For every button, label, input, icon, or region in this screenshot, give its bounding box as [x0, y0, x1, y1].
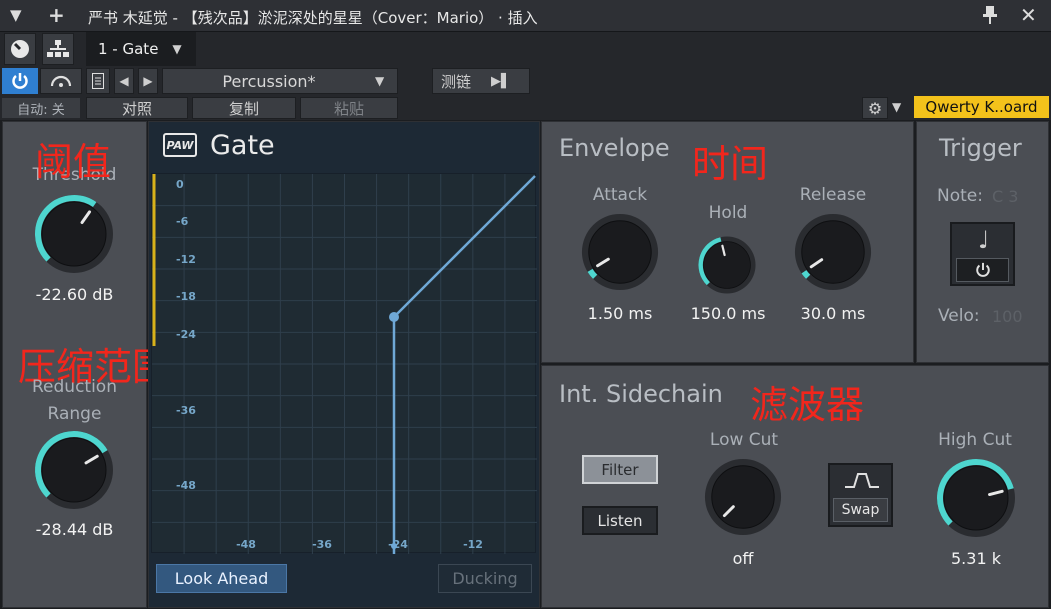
- chevron-down-icon: ▼: [375, 74, 385, 88]
- preset-name: Percussion*: [222, 71, 316, 91]
- low-cut-knob[interactable]: [703, 457, 783, 537]
- reduction-value: -28.44 dB: [35, 520, 114, 539]
- automation-icon[interactable]: [40, 68, 82, 94]
- window-menu-icon[interactable]: ▼: [10, 6, 22, 24]
- y-tick-label: -36: [176, 404, 196, 417]
- range-point: [391, 543, 397, 549]
- paste-button[interactable]: 粘贴: [300, 97, 398, 119]
- trigger-power-icon[interactable]: [956, 258, 1009, 282]
- note-value[interactable]: C 3: [992, 187, 1018, 206]
- next-preset-icon[interactable]: ▶: [138, 68, 158, 94]
- add-icon[interactable]: +: [48, 3, 65, 27]
- reduction-label: Reduction: [32, 377, 117, 397]
- window-title: 严书 木延觉 - 【残次品】淤泥深处的星星（Cover：Mario） · 插入: [88, 9, 538, 27]
- threshold-knob[interactable]: [33, 193, 115, 275]
- note-icon: ♩: [978, 226, 990, 254]
- range-label: Range: [47, 404, 102, 424]
- preset-selector[interactable]: Percussion* ▼: [162, 68, 398, 94]
- look-ahead-button[interactable]: Look Ahead: [156, 564, 287, 593]
- release-value: 30.0 ms: [800, 304, 866, 323]
- compare-button[interactable]: 对照: [86, 97, 188, 119]
- high-cut-value: 5.31 k: [951, 549, 1001, 568]
- low-cut-value: off: [732, 549, 754, 568]
- hold-knob[interactable]: [697, 235, 757, 295]
- y-tick-label: 0: [176, 178, 184, 191]
- device-selector-label: 1 - Gate: [98, 40, 159, 58]
- power-icon[interactable]: [2, 68, 38, 94]
- edit-toolbar: 自动: 关 对照 复制 粘贴 ⚙ ▼ Qwerty K..oard: [0, 96, 1051, 120]
- ducking-button[interactable]: Ducking: [438, 564, 532, 593]
- reduction-knob[interactable]: [33, 429, 115, 511]
- trigger-heading: Trigger: [939, 134, 1022, 162]
- bandpass-icon: [844, 471, 880, 493]
- routing-icon[interactable]: [42, 33, 74, 65]
- release-label: Release: [799, 185, 867, 205]
- swap-label: Swap: [833, 498, 888, 522]
- filter-annotation: 滤波器: [750, 383, 865, 427]
- y-tick-label: -12: [176, 253, 196, 266]
- release-knob[interactable]: [793, 212, 873, 292]
- swap-button[interactable]: Swap: [828, 463, 893, 527]
- trigger-button[interactable]: ♩: [950, 222, 1015, 286]
- sidechain-button[interactable]: 测链 ▶▌: [432, 68, 530, 94]
- threshold-point: [389, 312, 399, 322]
- prev-preset-icon[interactable]: ◀: [114, 68, 134, 94]
- presonus-logo: PAW: [163, 133, 197, 157]
- time-annotation: 时间: [692, 142, 769, 186]
- y-tick-label: -18: [176, 290, 196, 303]
- hold-label: Hold: [708, 203, 748, 223]
- transfer-line: [393, 175, 536, 318]
- y-tick-label: -48: [176, 479, 196, 492]
- preset-list-icon[interactable]: [86, 68, 110, 94]
- transfer-curve-graph[interactable]: 0 -6 -12 -18 -24 -36 -48 -48 -36 -24 -12: [151, 173, 537, 554]
- y-tick-label: -24: [176, 328, 196, 341]
- attack-knob[interactable]: [580, 212, 660, 292]
- gear-icon[interactable]: ⚙: [862, 97, 888, 119]
- pin-icon[interactable]: [983, 6, 997, 28]
- sidechain-label: 测链: [441, 72, 472, 91]
- close-icon[interactable]: ✕: [1020, 3, 1037, 27]
- gate-title: Gate: [210, 130, 275, 161]
- velo-label: Velo:: [938, 306, 980, 326]
- device-toolbar: 1 - Gate ▼: [0, 32, 1051, 66]
- sidechain-arrow-icon: ▶▌: [491, 73, 512, 89]
- sidechain-heading: Int. Sidechain: [559, 380, 723, 408]
- envelope-heading: Envelope: [559, 134, 670, 162]
- y-tick-label: -6: [176, 215, 189, 228]
- note-label: Note:: [937, 186, 983, 206]
- hold-value: 150.0 ms: [690, 304, 766, 323]
- x-tick-label: -48: [236, 538, 256, 551]
- chevron-down-icon[interactable]: ▼: [892, 100, 901, 114]
- device-selector[interactable]: 1 - Gate ▼: [86, 32, 196, 66]
- x-tick-label: -36: [312, 538, 332, 551]
- high-cut-label: High Cut: [938, 430, 1012, 450]
- threshold-annotation: 阈值: [35, 140, 112, 184]
- dial-icon[interactable]: [4, 33, 36, 65]
- keyboard-button[interactable]: Qwerty K..oard: [914, 96, 1049, 118]
- attack-label: Attack: [592, 185, 648, 205]
- threshold-value: -22.60 dB: [35, 285, 114, 304]
- automation-mode[interactable]: 自动: 关: [2, 98, 80, 118]
- velo-value[interactable]: 100: [992, 307, 1023, 326]
- preset-toolbar: ◀ ▶ Percussion* ▼ 测链 ▶▌: [0, 66, 1051, 96]
- title-bar: ▼ + 严书 木延觉 - 【残次品】淤泥深处的星星（Cover：Mario） ·…: [0, 0, 1051, 32]
- copy-button[interactable]: 复制: [192, 97, 296, 119]
- x-tick-label: -24: [388, 538, 408, 551]
- filter-button[interactable]: Filter: [582, 455, 658, 484]
- attack-value: 1.50 ms: [587, 304, 653, 323]
- chevron-down-icon: ▼: [172, 42, 182, 56]
- x-tick-label: -12: [463, 538, 483, 551]
- high-cut-knob[interactable]: [935, 457, 1017, 539]
- low-cut-label: Low Cut: [709, 430, 779, 450]
- listen-button[interactable]: Listen: [582, 506, 658, 535]
